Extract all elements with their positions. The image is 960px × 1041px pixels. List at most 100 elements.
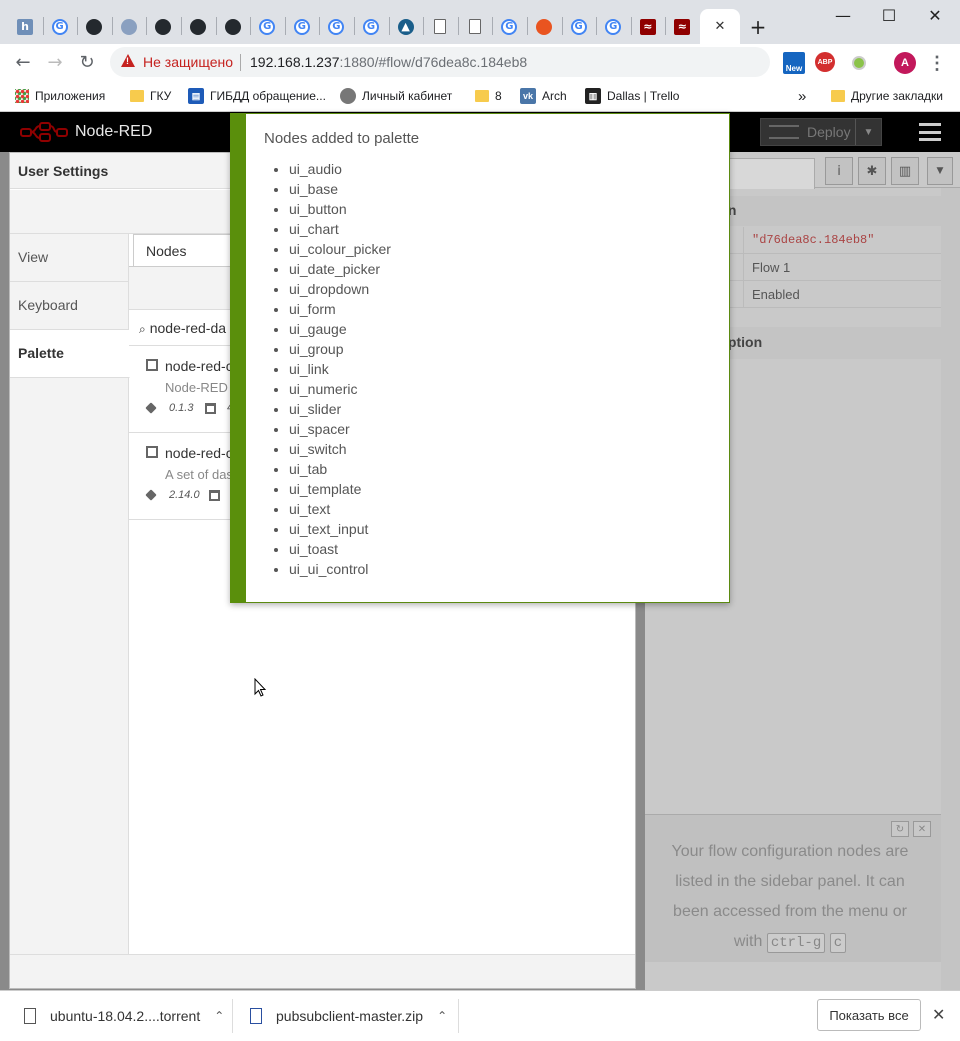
browser-tab[interactable]: G (319, 9, 353, 44)
tab-palette[interactable]: Palette (10, 330, 130, 378)
deploy-dropdown-icon[interactable]: ▼ (855, 119, 881, 145)
browser-tab[interactable]: G (354, 9, 388, 44)
added-node-item: ui_gauge (289, 319, 391, 339)
browser-tab[interactable]: ≈ (631, 9, 665, 44)
security-label[interactable]: Не защищено (143, 54, 233, 70)
github-icon (86, 18, 103, 35)
added-node-item: ui_link (289, 359, 391, 379)
refresh-icon[interactable]: ↻ (891, 821, 909, 837)
browser-tab[interactable]: G (492, 9, 526, 44)
download-item[interactable]: pubsubclient-master.zip ⌃ (250, 991, 447, 1041)
debug-bug-icon[interactable]: ✱ (858, 157, 886, 185)
adblock-icon[interactable]: ABP (815, 52, 835, 72)
browser-tab[interactable]: G (596, 9, 630, 44)
tab-separator (423, 17, 425, 35)
address-bar[interactable]: Не защищено 192.168.1.237:1880/#flow/d76… (110, 47, 868, 77)
chevron-up-icon[interactable]: ⌃ (214, 1009, 224, 1023)
sidebar-dropdown-icon[interactable]: ▼ (927, 157, 953, 185)
package-name: node-red-c (165, 445, 233, 461)
close-downloads-icon[interactable]: ✕ (932, 1005, 945, 1024)
github-icon (190, 18, 206, 35)
forward-arrow-icon[interactable]: → (43, 50, 67, 74)
package-name: node-red-c (165, 358, 233, 374)
url-text[interactable]: 192.168.1.237:1880/#flow/d76dea8c.184eb8 (250, 54, 527, 70)
browser-tab[interactable]: G (250, 9, 284, 44)
bookmark-cabinet[interactable]: Личный кабинет (340, 87, 452, 105)
bookmarks-overflow-button[interactable]: » (798, 87, 806, 105)
bookmark-trello[interactable]: ▥ Dallas | Trello (585, 87, 679, 105)
ubuntu-icon (536, 18, 552, 35)
shortcut-key: ctrl-g (766, 933, 826, 953)
browser-tab[interactable]: ▲ (389, 9, 423, 44)
browser-tab[interactable]: ≈ (665, 9, 699, 44)
browser-tab[interactable] (423, 9, 457, 44)
browser-tab[interactable] (77, 9, 111, 44)
nodes-added-notification[interactable]: Nodes added to palette ui_audioui_baseui… (230, 113, 730, 603)
bookmark-8[interactable]: 8 (475, 87, 502, 105)
browser-tab[interactable] (112, 9, 146, 44)
package-version: 0.1.3 (169, 402, 194, 414)
close-icon[interactable]: ✕ (913, 821, 931, 837)
mountain-icon: ▲ (397, 18, 414, 35)
dashboard-chart-icon[interactable]: ▥ (891, 157, 919, 185)
profile-avatar[interactable]: A (894, 52, 916, 74)
bookmark-gibdd[interactable]: ▤ ГИБДД обращение... (188, 87, 326, 105)
download-item[interactable]: ubuntu-18.04.2....torrent ⌃ (24, 991, 224, 1041)
deploy-icon (769, 125, 799, 139)
shortcut-key: c (829, 933, 847, 953)
tab-node-red-active[interactable]: ✕ (700, 9, 740, 44)
tab-view[interactable]: View (10, 234, 129, 282)
minimize-button[interactable]: — (820, 0, 866, 30)
google-icon: G (570, 18, 587, 35)
new-tab-button[interactable]: + (743, 9, 773, 44)
status-circle-icon[interactable] (848, 52, 870, 74)
deploy-button[interactable]: Deploy ▼ (760, 118, 882, 146)
browser-tab[interactable] (458, 9, 492, 44)
show-all-downloads-button[interactable]: Показать все (817, 999, 921, 1031)
bookmark-gku[interactable]: ГКУ (130, 87, 171, 105)
tab-separator (215, 17, 217, 35)
browser-tab[interactable] (527, 9, 561, 44)
search-icon: ⌕ (139, 322, 146, 336)
back-arrow-icon[interactable]: ← (11, 50, 35, 74)
maximize-button[interactable]: ☐ (866, 0, 912, 30)
tab-separator (354, 17, 355, 35)
tab-keyboard[interactable]: Keyboard (10, 282, 129, 330)
browser-tab[interactable]: G (562, 9, 596, 44)
close-window-button[interactable]: ✕ (912, 0, 958, 30)
added-node-item: ui_template (289, 479, 391, 499)
file-icon (24, 1008, 36, 1024)
tab-separator (319, 17, 321, 35)
google-icon: G (51, 18, 68, 35)
browser-menu-icon[interactable]: ⋮ (926, 52, 948, 74)
extension-new-icon[interactable]: New (783, 52, 805, 74)
browser-tab[interactable]: h (8, 9, 42, 44)
tab-separator (111, 17, 113, 35)
bookmark-other[interactable]: Другие закладки (831, 87, 943, 105)
calendar-icon (209, 490, 220, 501)
tab-nodes[interactable]: Nodes (133, 234, 243, 266)
sidebar-scrollbar[interactable] (941, 188, 960, 990)
browser-tab[interactable] (216, 9, 250, 44)
h-icon: h (17, 18, 33, 35)
tab-separator (284, 17, 286, 35)
github-icon (155, 18, 172, 35)
tab-separator (250, 17, 252, 35)
tab-separator (77, 17, 79, 35)
bookmark-apps[interactable]: Приложения (15, 87, 105, 105)
browser-tab[interactable]: G (285, 9, 319, 44)
close-tab-icon[interactable]: ✕ (715, 19, 726, 34)
hamburger-menu-icon[interactable] (912, 122, 948, 142)
tab-separator (457, 17, 459, 35)
browser-tab[interactable] (181, 9, 215, 44)
added-node-item: ui_date_picker (289, 259, 391, 279)
tag-icon (145, 402, 157, 414)
reload-icon[interactable]: ↻ (75, 50, 99, 74)
browser-tab[interactable] (146, 9, 180, 44)
chevron-up-icon[interactable]: ⌃ (437, 1009, 447, 1023)
google-icon: G (328, 18, 345, 35)
bookmark-arch[interactable]: vk Arch (520, 87, 567, 105)
info-icon[interactable]: i (825, 157, 853, 185)
document-icon (434, 19, 447, 34)
browser-tab[interactable]: G (43, 9, 77, 44)
